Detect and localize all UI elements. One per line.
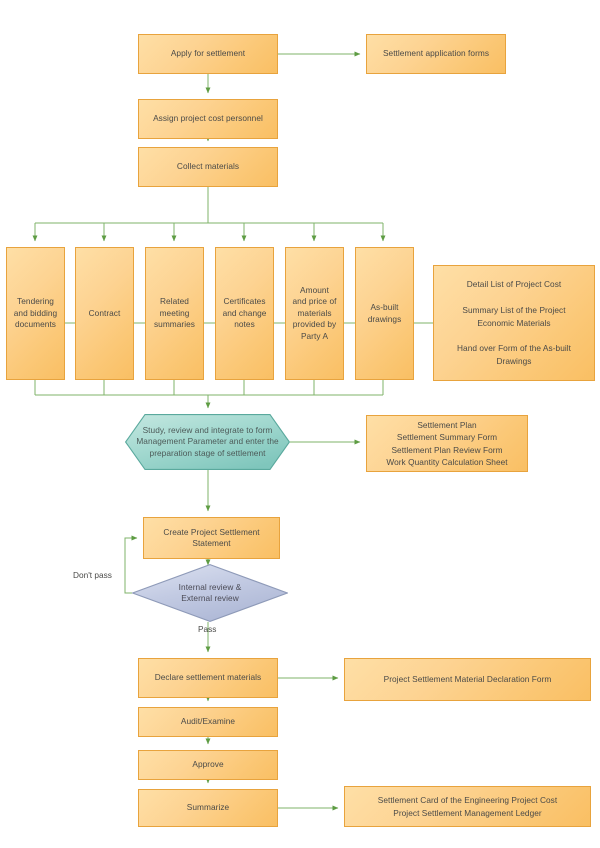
flowchart-canvas: Apply for settlement Settlement applicat… [0,0,600,848]
node-label: As-built drawings [367,302,402,324]
node-internal-external-review[interactable]: Internal review & External review [132,564,288,622]
node-label: Assign project cost personnel [153,113,263,124]
node-label: Project Settlement Material Declaration … [383,673,552,684]
node-label: Detail List of Project Cost Summary List… [456,278,572,367]
node-approve[interactable]: Approve [138,750,278,780]
node-label: Summarize [186,802,230,813]
node-audit-examine[interactable]: Audit/Examine [138,707,278,737]
node-related-meeting-summaries[interactable]: Related meeting summaries [145,247,204,380]
node-label: Declare settlement materials [154,672,262,683]
edge-label-dont-pass: Don't pass [73,570,112,580]
node-detail-list-of-project-cost[interactable]: Detail List of Project Cost Summary List… [433,265,595,381]
node-create-project-settlement-statement[interactable]: Create Project Settlement Statement [143,517,280,559]
node-label: Create Project Settlement Statement [163,526,260,548]
node-study-review-integrate[interactable]: Study, review and integrate to form Mana… [125,414,290,470]
node-as-built-drawings[interactable]: As-built drawings [355,247,414,380]
node-label: Settlement Plan Settlement Summary Form … [386,420,508,467]
node-amount-and-price-of-materials[interactable]: Amount and price of materials provided b… [285,247,344,380]
node-summarize[interactable]: Summarize [138,789,278,827]
node-label: Amount and price of materials provided b… [292,284,337,341]
node-contract[interactable]: Contract [75,247,134,380]
node-label: Contract [88,307,121,318]
node-label: Certificates and change notes [222,296,267,330]
node-collect-materials[interactable]: Collect materials [138,147,278,187]
node-project-settlement-material-declaration-form[interactable]: Project Settlement Material Declaration … [344,658,591,701]
node-label: Apply for settlement [170,48,246,59]
node-assign-project-cost-personnel[interactable]: Assign project cost personnel [138,99,278,139]
node-label: Approve [192,759,224,770]
node-declare-settlement-materials[interactable]: Declare settlement materials [138,658,278,698]
node-label: Settlement Card of the Engineering Proje… [377,795,558,818]
node-certificates-and-change-notes[interactable]: Certificates and change notes [215,247,274,380]
node-settlement-plan-forms[interactable]: Settlement Plan Settlement Summary Form … [366,415,528,472]
node-settlement-application-forms[interactable]: Settlement application forms [366,34,506,74]
edge-label-pass: Pass [198,624,217,634]
node-tendering-and-bidding-documents[interactable]: Tendering and bidding documents [6,247,65,380]
node-label: Study, review and integrate to form Mana… [136,424,279,458]
node-label: Tendering and bidding documents [13,296,58,330]
node-label: Audit/Examine [180,716,236,727]
node-label: Related meeting summaries [153,296,196,330]
node-settlement-card-and-ledger[interactable]: Settlement Card of the Engineering Proje… [344,786,591,827]
node-label: Settlement application forms [382,48,490,59]
node-label: Internal review & External review [178,581,242,603]
node-label: Collect materials [176,161,240,172]
node-apply-for-settlement[interactable]: Apply for settlement [138,34,278,74]
